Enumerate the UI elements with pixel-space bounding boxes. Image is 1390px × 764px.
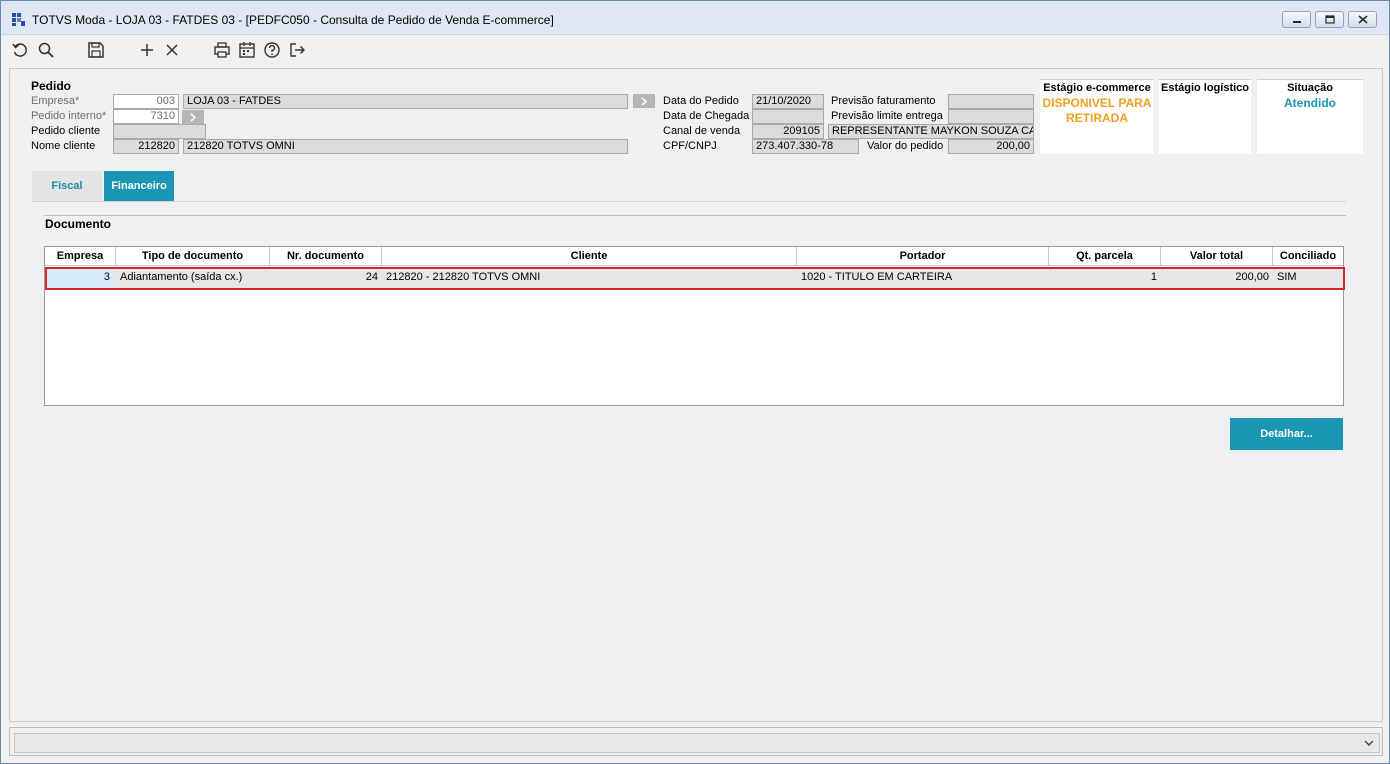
data-chegada-field	[752, 109, 824, 124]
estagio-ecommerce-box: Estágio e-commerce DISPONIVEL PARA RETIR…	[1040, 79, 1154, 154]
pedido-cliente-label: Pedido cliente	[31, 125, 101, 137]
pedido-cliente-field	[113, 124, 206, 139]
canal-venda-label: Canal de venda	[663, 125, 741, 137]
empresa-code-field[interactable]: 003	[113, 94, 179, 109]
situacao-value: Atendido	[1284, 96, 1336, 110]
column-header-cliente[interactable]: Cliente	[382, 247, 797, 266]
column-header-qt-parcela[interactable]: Qt. parcela	[1049, 247, 1161, 266]
nome-cliente-label: Nome cliente	[31, 140, 96, 152]
title-bar: TOTVS Moda - LOJA 03 - FATDES 03 - [PEDF…	[1, 1, 1389, 35]
refresh-icon[interactable]	[11, 41, 29, 59]
search-icon[interactable]	[37, 41, 55, 59]
documento-title: Documento	[45, 217, 111, 231]
column-header-tipo-documento[interactable]: Tipo de documento	[116, 247, 270, 266]
estagio-logistico-box: Estágio logístico	[1159, 79, 1251, 154]
canal-venda-name-field: REPRESENTANTE MAYKON SOUZA CARDOSO	[828, 124, 1034, 139]
pedido-section-label: Pedido	[31, 79, 72, 93]
previsao-faturamento-label: Previsão faturamento	[831, 95, 936, 107]
estagio-ecommerce-value: DISPONIVEL PARA RETIRADA	[1042, 96, 1152, 125]
nome-cliente-name-field: 212820 TOTVS OMNI	[183, 139, 628, 154]
print-icon[interactable]	[213, 41, 231, 59]
valor-pedido-label: Valor do pedido	[867, 140, 944, 152]
chevron-right-icon	[190, 112, 197, 122]
status-combo[interactable]	[14, 733, 1380, 753]
toolbar	[1, 36, 1389, 66]
maximize-button[interactable]	[1315, 11, 1344, 28]
close-icon[interactable]	[163, 41, 181, 59]
chevron-down-icon	[1364, 740, 1374, 746]
pedido-interno-field[interactable]: 7310	[113, 109, 179, 124]
column-header-nr-documento[interactable]: Nr. documento	[270, 247, 382, 266]
tab-divider	[32, 201, 1346, 202]
data-pedido-label: Data do Pedido	[663, 95, 739, 107]
add-icon[interactable]	[138, 41, 156, 59]
minimize-button[interactable]	[1282, 11, 1311, 28]
situacao-box: Situação Atendido	[1257, 79, 1363, 154]
tab-financeiro[interactable]: Financeiro	[104, 171, 174, 201]
tab-fiscal[interactable]: Fiscal	[32, 171, 102, 201]
selected-row-highlight	[45, 267, 1345, 290]
previsao-entrega-field	[948, 109, 1034, 124]
restore-icon	[1324, 15, 1335, 24]
close-window-icon	[1357, 15, 1368, 24]
column-header-portador[interactable]: Portador	[797, 247, 1049, 266]
status-bar	[9, 727, 1383, 756]
detalhar-button[interactable]: Detalhar...	[1230, 418, 1343, 450]
data-pedido-field: 21/10/2020	[752, 94, 824, 109]
column-header-valor-total[interactable]: Valor total	[1161, 247, 1273, 266]
cpf-cnpj-field: 273.407.330-78	[752, 139, 859, 154]
section-divider	[44, 215, 1346, 216]
empresa-name-field: LOJA 03 - FATDES	[183, 94, 628, 109]
exit-icon[interactable]	[288, 41, 306, 59]
pedido-interno-lookup-button[interactable]	[182, 110, 204, 124]
calendar-icon[interactable]	[238, 41, 256, 59]
window-title: TOTVS Moda - LOJA 03 - FATDES 03 - [PEDF…	[32, 13, 554, 27]
nome-cliente-code-field: 212820	[113, 139, 179, 154]
empresa-lookup-button[interactable]	[633, 94, 655, 108]
minimize-icon	[1292, 20, 1301, 23]
save-icon[interactable]	[87, 41, 105, 59]
canal-venda-code-field: 209105	[752, 124, 824, 139]
chevron-right-icon	[641, 96, 648, 106]
previsao-faturamento-field	[948, 94, 1034, 109]
help-icon[interactable]	[263, 41, 281, 59]
close-window-button[interactable]	[1348, 11, 1377, 28]
estagio-ecommerce-title: Estágio e-commerce	[1043, 82, 1151, 94]
data-chegada-label: Data de Chegada	[663, 110, 750, 122]
totvs-app-icon	[12, 13, 25, 26]
situacao-title: Situação	[1287, 82, 1333, 94]
pedido-interno-label: Pedido interno*	[31, 110, 107, 122]
column-header-conciliado[interactable]: Conciliado	[1273, 247, 1343, 266]
grid-header: Empresa Tipo de documento Nr. documento …	[45, 247, 1343, 266]
estagio-logistico-title: Estágio logístico	[1160, 82, 1249, 94]
application-window: TOTVS Moda - LOJA 03 - FATDES 03 - [PEDF…	[0, 0, 1390, 764]
cpf-cnpj-label: CPF/CNPJ	[663, 140, 717, 152]
valor-pedido-field: 200,00	[948, 139, 1034, 154]
main-content: Pedido Empresa* 003 LOJA 03 - FATDES Ped…	[9, 68, 1383, 722]
empresa-label: Empresa*	[31, 95, 80, 107]
previsao-entrega-label: Previsão limite entrega	[831, 110, 943, 122]
column-header-empresa[interactable]: Empresa	[45, 247, 116, 266]
